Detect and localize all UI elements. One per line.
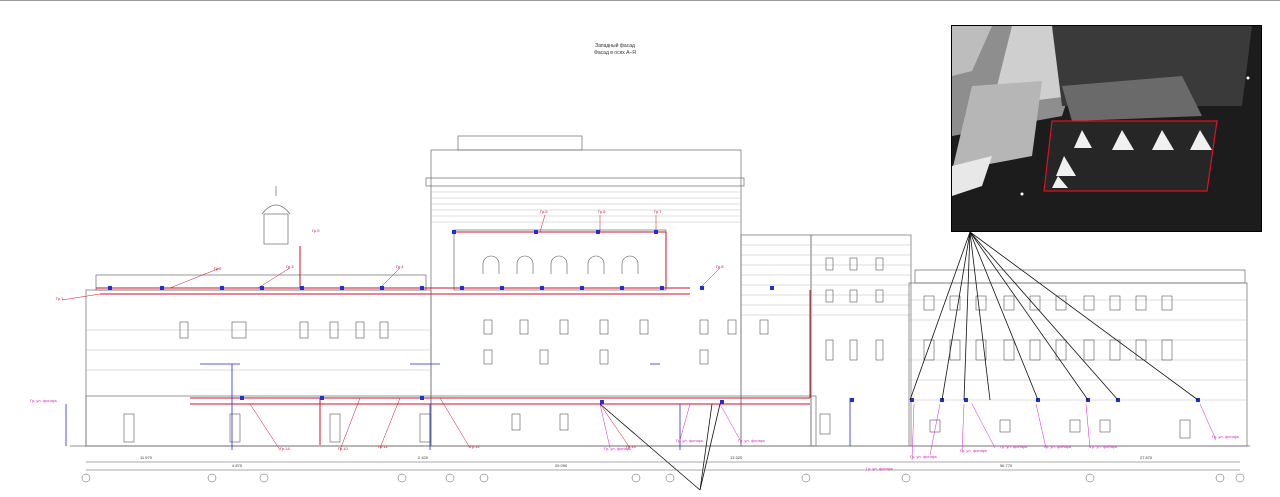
dimension-label: 56 770 <box>1000 463 1013 468</box>
dimension-label: 4 870 <box>232 463 243 468</box>
dimension-label: 13 320 <box>730 455 743 460</box>
svg-text:Гр.1: Гр.1 <box>56 296 64 301</box>
inset-render-graphic <box>952 26 1261 231</box>
dimension-label: 11 970 <box>140 455 152 460</box>
svg-text:Гр.8: Гр.8 <box>716 264 724 269</box>
svg-text:Гр.14: Гр.14 <box>280 446 291 451</box>
svg-text:Гр. ул. фонарь: Гр. ул. фонарь <box>1212 434 1239 439</box>
svg-text:Гр.11: Гр.11 <box>378 444 388 449</box>
svg-text:Гр. ул. фонарь: Гр. ул. фонарь <box>960 448 987 453</box>
fixture-lines-blue <box>65 363 851 450</box>
svg-text:Гр.7: Гр.7 <box>654 209 662 214</box>
svg-text:Гр.5: Гр.5 <box>540 209 548 214</box>
drawing-title-line1: Западный фасад <box>595 43 635 49</box>
drawing-title: Западный фасад Фасад в осях А–Я <box>560 43 670 57</box>
fixture-markers-blue <box>108 230 1200 404</box>
svg-text:Гр.13: Гр.13 <box>626 444 637 449</box>
svg-text:Гр. ул. фонарь: Гр. ул. фонарь <box>738 438 765 443</box>
dimension-chain <box>81 461 1245 483</box>
svg-text:Гр.4: Гр.4 <box>396 264 404 269</box>
svg-text:Гр. ул. фонарь: Гр. ул. фонарь <box>910 454 937 459</box>
svg-text:Гр. ул. фонарь: Гр. ул. фонарь <box>676 438 703 443</box>
svg-text:Гр. ул. фонарь: Гр. ул. фонарь <box>30 398 57 403</box>
svg-text:Гр. ул. фонарь: Гр. ул. фонарь <box>1044 444 1071 449</box>
svg-text:Гр.6: Гр.6 <box>598 209 606 214</box>
svg-text:Гр.12: Гр.12 <box>470 444 481 449</box>
svg-text:Гр.10: Гр.10 <box>338 446 349 451</box>
magenta-leaders <box>599 403 1217 461</box>
svg-text:Гр.3: Гр.3 <box>286 264 294 269</box>
black-leaders <box>599 231 1199 491</box>
inset-3d-render <box>951 25 1262 232</box>
svg-text:Гр.2: Гр.2 <box>214 266 222 271</box>
cable-runs-red <box>96 231 811 445</box>
drawing-title-line2: Фасад в осях А–Я <box>594 50 636 56</box>
dimension-label: 25 090 <box>555 463 568 468</box>
svg-text:Гр. ул. фонарь: Гр. ул. фонарь <box>1090 444 1117 449</box>
dimension-label: 27 870 <box>1140 455 1153 460</box>
magenta-labels: Гр. ул. фонарь Гр. ул. фонарь Гр. ул. фо… <box>30 398 1239 471</box>
dimension-label: 2 420 <box>418 455 429 460</box>
red-leaders <box>61 214 721 451</box>
svg-text:Гр.9: Гр.9 <box>312 228 320 233</box>
arched-windows <box>482 255 639 274</box>
svg-text:Гр. ул. фонарь: Гр. ул. фонарь <box>1000 444 1027 449</box>
